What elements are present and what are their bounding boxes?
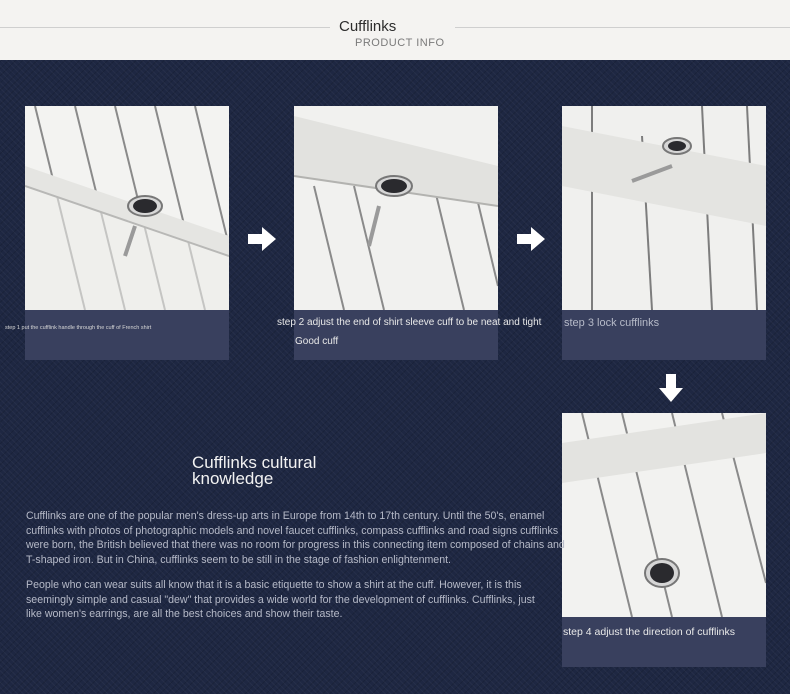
page-title: Cufflinks [339,18,397,35]
header-divider-right [455,27,790,28]
step-1-photo [25,106,229,310]
step-4-photo [562,413,766,617]
page-header: Cufflinks PRODUCT INFO [0,0,790,60]
step-1-caption: step 1 put the cufflink handle through t… [5,325,152,331]
step-4-caption-box [562,617,766,667]
arrow-down-icon [659,374,683,407]
step-4-caption: step 4 adjust the direction of cufflinks [563,626,735,638]
step-3-photo [562,106,766,310]
knowledge-paragraph-1: Cufflinks are one of the popular men's d… [26,510,565,566]
knowledge-title: Cufflinks cultural knowledge [192,453,317,488]
step-1-card [25,106,229,360]
product-info-page: Cufflinks PRODUCT INFO step 1 put the cu… [0,0,790,694]
step-2-photo [294,106,498,310]
step-3-caption: step 3 lock cufflinks [564,317,660,329]
arrow-right-icon [517,227,545,256]
arrow-right-icon [248,227,276,256]
step-1-caption-box [25,310,229,360]
page-subtitle: PRODUCT INFO [355,37,445,49]
step-2-caption: step 2 adjust the end of shirt sleeve cu… [277,317,542,328]
knowledge-paragraph-2: People who can wear suits all know that … [26,579,535,620]
step-2-caption-extra: Good cuff [295,336,339,347]
header-divider-left [0,27,330,28]
